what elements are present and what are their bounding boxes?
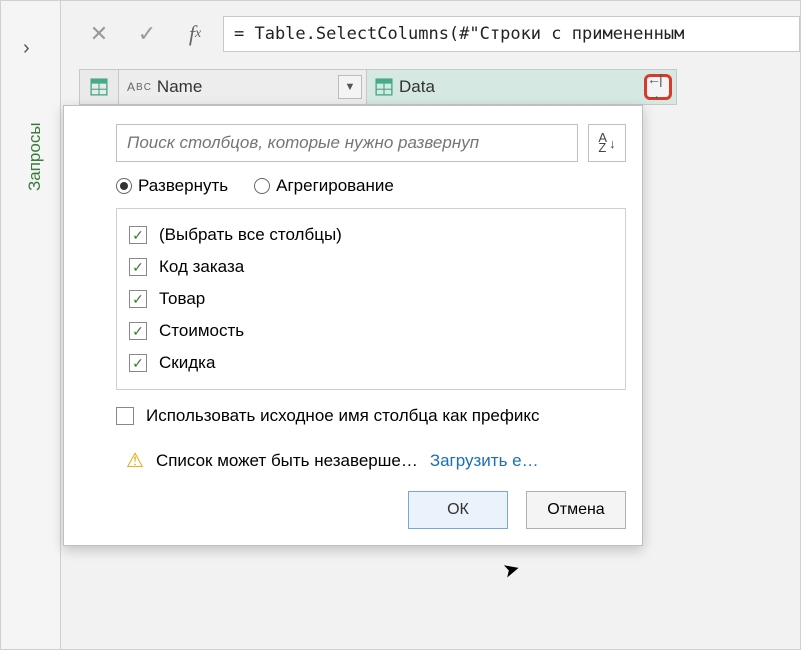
radio-aggregate[interactable]: Агрегирование bbox=[254, 176, 394, 196]
formula-text: = Table.SelectColumns(#"Строки с примене… bbox=[234, 24, 684, 44]
table-type-icon bbox=[375, 78, 393, 96]
radio-expand-label: Развернуть bbox=[138, 176, 228, 196]
checkbox-checked-icon: ✓ bbox=[129, 258, 147, 276]
sort-arrow-icon: ↓ bbox=[609, 136, 616, 151]
warning-row: ⚠ Список может быть незаверше… Загрузить… bbox=[116, 448, 626, 473]
dialog-buttons: ОК Отмена bbox=[116, 491, 626, 529]
columns-checklist: ✓ (Выбрать все столбцы) ✓ Код заказа ✓ Т… bbox=[116, 208, 626, 390]
check-label: (Выбрать все столбцы) bbox=[159, 225, 342, 245]
radio-aggregate-label: Агрегирование bbox=[276, 176, 394, 196]
column-header-name[interactable]: ABC Name ▼ bbox=[119, 69, 367, 105]
radio-unchecked-icon bbox=[254, 178, 270, 194]
formula-bar: ✕ ✓ fx = Table.SelectColumns(#"Строки с … bbox=[79, 13, 800, 55]
fx-icon[interactable]: fx bbox=[175, 16, 215, 52]
expand-columns-popup: AZ ↓ Развернуть Агрегирование ✓ (Выбрать… bbox=[63, 105, 643, 546]
check-item[interactable]: ✓ Товар bbox=[129, 283, 613, 315]
use-prefix-row[interactable]: ✓ Использовать исходное имя столбца как … bbox=[116, 406, 626, 426]
warning-icon: ⚠ bbox=[126, 448, 144, 473]
checkbox-checked-icon: ✓ bbox=[129, 354, 147, 372]
ok-label: ОК bbox=[447, 501, 469, 519]
check-item[interactable]: ✓ Стоимость bbox=[129, 315, 613, 347]
queries-pane-collapsed[interactable]: › Запросы bbox=[1, 1, 61, 649]
table-icon bbox=[90, 78, 108, 96]
check-label: Товар bbox=[159, 289, 205, 309]
load-more-link[interactable]: Загрузить е… bbox=[430, 451, 539, 471]
checkbox-checked-icon: ✓ bbox=[129, 226, 147, 244]
check-label: Код заказа bbox=[159, 257, 244, 277]
cancel-label: Отмена bbox=[547, 501, 604, 519]
check-item[interactable]: ✓ Скидка bbox=[129, 347, 613, 379]
check-item[interactable]: ✓ Код заказа bbox=[129, 251, 613, 283]
cancel-button[interactable]: Отмена bbox=[526, 491, 626, 529]
formula-accept-icon[interactable]: ✓ bbox=[127, 16, 167, 52]
mode-radio-group: Развернуть Агрегирование bbox=[116, 176, 626, 196]
expand-column-button[interactable]: ←|→ bbox=[644, 74, 672, 100]
sort-az-icon: AZ bbox=[598, 133, 607, 153]
check-label: Скидка bbox=[159, 353, 215, 373]
column-name-label: Name bbox=[157, 77, 202, 97]
check-label: Стоимость bbox=[159, 321, 244, 341]
checkbox-unchecked-icon: ✓ bbox=[116, 407, 134, 425]
select-all-corner[interactable] bbox=[79, 69, 119, 105]
editor-surface: › Запросы ✕ ✓ fx = Table.SelectColumns(#… bbox=[0, 0, 801, 650]
text-type-icon: ABC bbox=[127, 80, 151, 94]
chevron-right-icon: › bbox=[23, 37, 30, 60]
column-header-data[interactable]: Data ←|→ bbox=[367, 69, 677, 105]
radio-checked-icon bbox=[116, 178, 132, 194]
checkbox-checked-icon: ✓ bbox=[129, 322, 147, 340]
sort-columns-button[interactable]: AZ ↓ bbox=[588, 124, 626, 162]
search-columns-input[interactable] bbox=[116, 124, 578, 162]
column-data-label: Data bbox=[399, 77, 435, 97]
use-prefix-label: Использовать исходное имя столбца как пр… bbox=[146, 406, 539, 426]
check-item-all[interactable]: ✓ (Выбрать все столбцы) bbox=[129, 219, 613, 251]
checkbox-checked-icon: ✓ bbox=[129, 290, 147, 308]
expand-icon: ←|→ bbox=[647, 71, 669, 103]
column-headers: ABC Name ▼ Data ←|→ bbox=[79, 69, 800, 105]
formula-cancel-icon[interactable]: ✕ bbox=[79, 16, 119, 52]
queries-pane-label: Запросы bbox=[25, 122, 45, 191]
formula-input[interactable]: = Table.SelectColumns(#"Строки с примене… bbox=[223, 16, 800, 52]
column-name-filter-dropdown[interactable]: ▼ bbox=[338, 75, 362, 99]
ok-button[interactable]: ОК bbox=[408, 491, 508, 529]
warning-text: Список может быть незаверше… bbox=[156, 451, 418, 471]
radio-expand[interactable]: Развернуть bbox=[116, 176, 228, 196]
